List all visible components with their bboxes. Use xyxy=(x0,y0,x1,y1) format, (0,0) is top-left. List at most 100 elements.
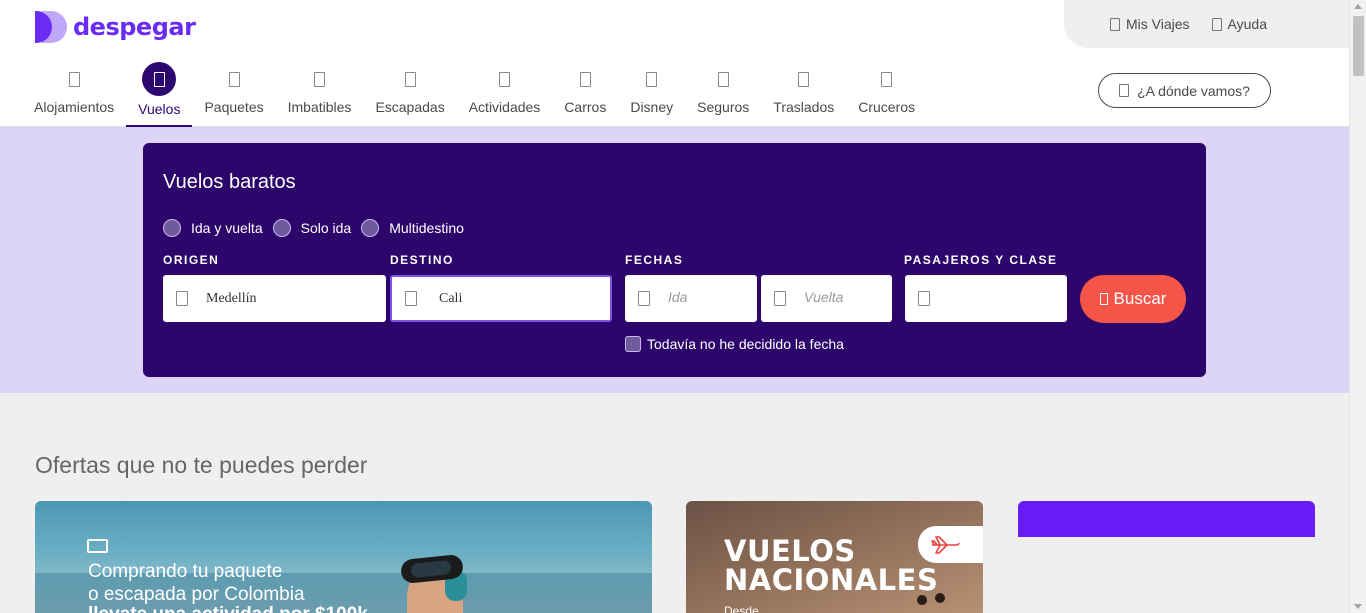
where-to-button[interactable]: ¿A dónde vamos? xyxy=(1098,73,1271,108)
offer-line-3: llevate una actividad por $100k xyxy=(88,604,368,613)
nav-label: Actividades xyxy=(468,99,541,115)
nav-label: Escapadas xyxy=(375,99,445,115)
location-pin-icon xyxy=(405,291,417,306)
suitcase-icon xyxy=(1110,17,1120,31)
radio-multi-destination[interactable]: Multidestino xyxy=(361,219,464,237)
nav-label: Vuelos xyxy=(138,101,181,117)
undecided-date-label: Todavía no he decidido la fecha xyxy=(647,336,844,352)
offer-card-promo[interactable] xyxy=(1018,501,1315,537)
nav-item-vuelos[interactable]: Vuelos xyxy=(126,62,193,127)
radio-label: Ida y vuelta xyxy=(191,220,263,236)
origin-field[interactable] xyxy=(163,275,386,322)
page-scrollbar[interactable] xyxy=(1349,0,1366,613)
plane-icon xyxy=(931,535,960,554)
flight-search-panel: Vuelos baratos Ida y vuelta Solo ida Mul… xyxy=(143,143,1206,377)
depart-date-field[interactable] xyxy=(625,275,757,322)
cruise-icon xyxy=(881,71,893,87)
destination-input[interactable] xyxy=(439,290,579,307)
offer-card-national-flights[interactable]: VUELOS NACIONALES Desde xyxy=(686,501,983,613)
nav-label: Imbatibles xyxy=(287,99,352,115)
person-icon xyxy=(918,291,930,306)
search-icon xyxy=(1119,84,1130,97)
nav-item-paquetes[interactable]: Paquetes xyxy=(192,62,275,126)
diver-image xyxy=(395,551,475,613)
getaway-icon xyxy=(404,71,416,87)
help-icon xyxy=(1211,17,1222,31)
flight-badge xyxy=(918,526,983,563)
search-title: Vuelos baratos xyxy=(163,171,296,193)
logo-text: despegar xyxy=(73,13,196,41)
nav-label: Cruceros xyxy=(858,99,916,115)
nav-item-seguros[interactable]: Seguros xyxy=(685,62,761,126)
origin-input[interactable] xyxy=(206,290,346,307)
where-to-label: ¿A dónde vamos? xyxy=(1137,82,1250,99)
nav-item-imbatibles[interactable]: Imbatibles xyxy=(276,62,364,126)
passengers-field[interactable] xyxy=(905,275,1067,322)
passengers-label: PASAJEROS Y CLASE xyxy=(904,253,1058,267)
scroll-down-icon[interactable] xyxy=(1354,604,1362,609)
nav-item-actividades[interactable]: Actividades xyxy=(457,62,553,126)
product-nav: Alojamientos Vuelos Paquetes Imbatibles … xyxy=(22,62,927,127)
nav-item-alojamientos[interactable]: Alojamientos xyxy=(22,62,126,126)
plane-icon xyxy=(153,71,165,87)
offer-line-1: Comprando tu paquete xyxy=(88,561,283,582)
trip-type-group: Ida y vuelta Solo ida Multidestino xyxy=(163,219,464,237)
disney-icon xyxy=(646,71,658,87)
location-pin-icon xyxy=(176,291,188,306)
ticket-icon xyxy=(87,539,108,553)
nav-label: Disney xyxy=(630,99,674,115)
radio-label: Multidestino xyxy=(389,220,464,236)
calendar-icon xyxy=(774,291,786,306)
despegar-logo[interactable]: despegar xyxy=(35,11,196,43)
hotel-icon xyxy=(68,71,80,87)
destination-label: DESTINO xyxy=(390,253,454,267)
depart-date-input[interactable] xyxy=(668,290,738,307)
transfer-icon xyxy=(798,71,810,87)
tag-icon xyxy=(314,71,326,87)
insurance-icon xyxy=(717,71,729,87)
help-label: Ayuda xyxy=(1227,16,1267,32)
package-icon xyxy=(228,71,240,87)
nav-label: Traslados xyxy=(773,99,835,115)
scrollbar-thumb[interactable] xyxy=(1353,16,1364,76)
nav-label: Seguros xyxy=(697,99,750,115)
radio-one-way[interactable]: Solo ida xyxy=(272,219,352,237)
return-date-field[interactable] xyxy=(761,275,892,322)
search-band: Vuelos baratos Ida y vuelta Solo ida Mul… xyxy=(0,127,1349,393)
offer-from-label: Desde xyxy=(724,604,759,613)
undecided-date-checkbox[interactable]: Todavía no he decidido la fecha xyxy=(625,336,844,352)
destination-field[interactable] xyxy=(390,275,612,322)
search-button-label: Buscar xyxy=(1113,289,1167,308)
nav-item-cruceros[interactable]: Cruceros xyxy=(846,62,927,126)
radio-circle-icon xyxy=(272,219,291,237)
radio-label: Solo ida xyxy=(300,220,352,236)
radio-circle-icon xyxy=(361,219,380,237)
activities-icon xyxy=(499,71,511,87)
dates-label: FECHAS xyxy=(625,253,684,267)
passengers-input[interactable] xyxy=(948,290,1048,307)
scroll-up-icon[interactable] xyxy=(1354,4,1362,9)
help-link[interactable]: Ayuda xyxy=(1211,16,1267,32)
offers-section-title: Ofertas que no te puedes perder xyxy=(35,452,368,478)
nav-item-carros[interactable]: Carros xyxy=(552,62,618,126)
origin-label: ORIGEN xyxy=(163,253,220,267)
search-button[interactable]: Buscar xyxy=(1080,275,1186,323)
nav-item-traslados[interactable]: Traslados xyxy=(761,62,846,126)
radio-circle-icon xyxy=(163,219,181,237)
nav-label: Paquetes xyxy=(204,99,264,115)
offer-heading-2: NACIONALES xyxy=(724,563,939,597)
search-icon xyxy=(1099,293,1108,305)
my-trips-link[interactable]: Mis Viajes xyxy=(1110,16,1190,32)
nav-label: Alojamientos xyxy=(34,99,115,115)
logo-mark-icon xyxy=(35,11,67,43)
return-date-input[interactable] xyxy=(804,290,874,307)
offer-card-package[interactable]: Comprando tu paquete o escapada por Colo… xyxy=(35,501,652,613)
nav-label: Carros xyxy=(564,99,607,115)
utility-bar: Mis Viajes Ayuda xyxy=(1064,0,1349,48)
car-icon xyxy=(579,71,591,87)
nav-item-disney[interactable]: Disney xyxy=(618,62,685,126)
offer-line-2: o escapada por Colombia xyxy=(88,584,305,605)
site-header: despegar Mis Viajes Ayuda Alojamientos V… xyxy=(0,0,1349,127)
radio-round-trip[interactable]: Ida y vuelta xyxy=(163,219,263,237)
nav-item-escapadas[interactable]: Escapadas xyxy=(363,62,456,126)
